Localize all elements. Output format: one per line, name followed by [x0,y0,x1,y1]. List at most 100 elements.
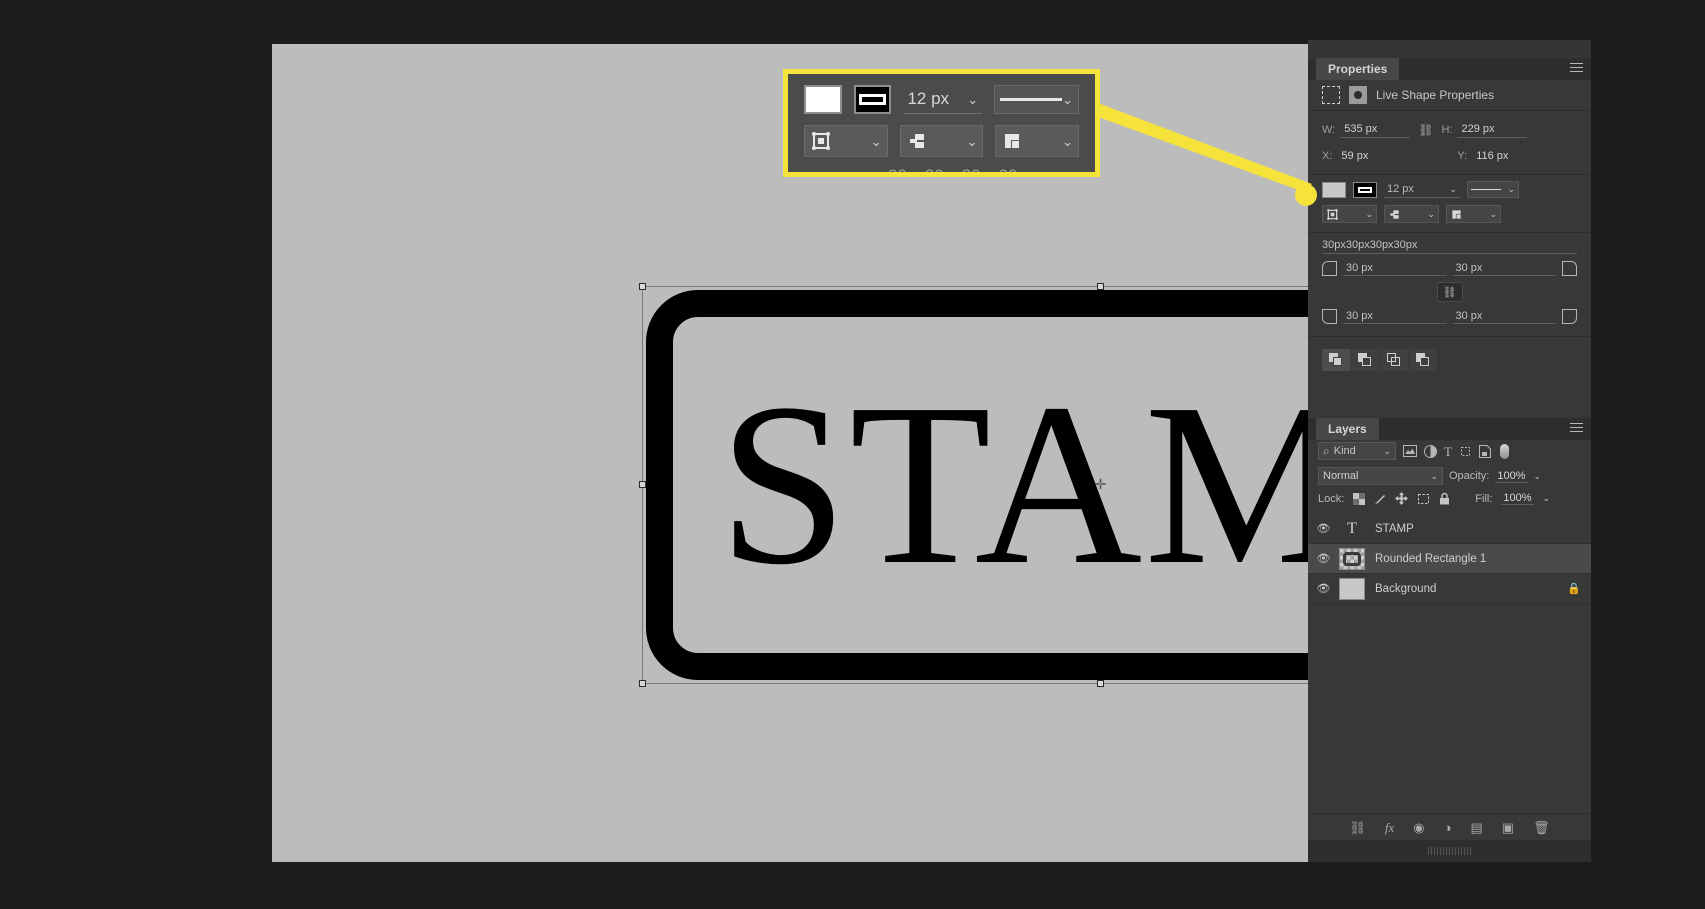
panel-menu-icon[interactable] [1570,63,1583,74]
width-input[interactable]: 535 px [1340,121,1411,138]
stroke-corner-icon [1452,209,1461,219]
layer-filter-kind-select[interactable]: ⌕ Kind ⌄ [1318,442,1396,460]
fill-input[interactable]: 100% [1501,492,1534,505]
stroke-corner-icon [1005,134,1020,148]
chevron-down-icon: ⌄ [966,133,978,149]
solid-line-icon [1471,189,1501,190]
background-layer-thumbnail[interactable] [1339,577,1365,600]
handle-middle-left[interactable] [639,481,646,488]
chevron-down-icon: ⌄ [1449,183,1457,194]
subtract-front-shape-button[interactable] [1351,349,1379,371]
table-row[interactable]: 👁 Background 🔒 [1308,574,1591,604]
chevron-down-icon: ⌄ [967,91,979,107]
stroke-cap-icon [909,134,924,148]
new-group-icon[interactable]: ▤ [1471,821,1483,834]
corner-bottom-right-input[interactable]: 30 px [1452,309,1556,324]
corner-radii-summary[interactable]: 30px30px30px30px [1322,239,1577,254]
opacity-input[interactable]: 100% [1495,470,1528,483]
layers-tabbar: Layers [1308,418,1591,440]
width-label: W: [1322,123,1336,136]
blend-mode-select[interactable]: Normal ⌄ [1318,467,1443,485]
chevron-down-icon[interactable]: ⌄ [1534,471,1542,481]
resize-grip[interactable] [1427,847,1472,855]
properties-header: Live Shape Properties [1308,80,1591,111]
layer-visibility-toggle[interactable]: 👁 [1308,552,1339,565]
properties-stroke-cap[interactable]: ⌄ [1384,205,1439,223]
lock-row: Lock: Fill: 100% ⌄ [1308,485,1591,505]
stroke-width-value: 12 px [907,89,950,108]
path-operations-row [1308,349,1591,371]
layer-filter-toggle[interactable] [1499,443,1509,459]
adjustment-layer-filter-icon[interactable] [1424,444,1437,458]
height-input[interactable]: 229 px [1457,121,1528,138]
properties-stroke-style[interactable]: ⌄ [1467,181,1519,198]
type-layer-thumbnail: T [1347,519,1357,537]
corner-top-left-input[interactable]: 30 px [1343,261,1447,276]
lock-transparent-pixels-icon[interactable] [1353,492,1366,505]
chevron-down-icon[interactable]: ⌄ [1543,494,1551,503]
table-row[interactable]: 👁 T STAMP [1308,514,1591,544]
corner-bottom-left-input[interactable]: 30 px [1343,309,1447,324]
delete-layer-icon[interactable]: 🗑 [1533,821,1550,834]
new-adjustment-layer-icon[interactable]: ◑ [1444,821,1452,834]
properties-stroke-corner[interactable]: ⌄ [1446,205,1501,223]
stroke-options-callout: 12 px ⌄ ⌄ ⌄ ⌄ ⌄ 30px30px30px30px [783,69,1100,177]
exclude-overlapping-shapes-button[interactable] [1409,349,1437,371]
chevron-down-icon: ⌄ [1430,470,1438,481]
link-corner-radii-button[interactable]: ⛓ [1436,282,1463,302]
stroke-cap-dropdown[interactable]: ⌄ [899,125,984,157]
properties-stroke-width[interactable]: 12 px ⌄ [1384,181,1460,198]
chevron-down-icon: ⌄ [870,133,882,149]
lock-position-icon[interactable] [1395,492,1409,505]
layer-visibility-toggle[interactable]: 👁 [1308,582,1339,595]
stroke-style-dropdown[interactable]: ⌄ [994,85,1079,114]
layer-name[interactable]: Rounded Rectangle 1 [1375,553,1591,565]
callout-anchor-dot [1295,184,1317,206]
y-input[interactable]: 116 px [1472,148,1542,164]
layers-list: 👁 T STAMP 👁 Rounded Rectangle 1 👁 Backgr… [1308,514,1591,604]
shape-layer-filter-icon[interactable] [1459,445,1472,458]
shape-layer-thumbnail[interactable] [1339,547,1365,570]
lock-all-icon[interactable] [1439,492,1450,505]
solid-line-icon [1000,98,1063,101]
right-dock: ✕ « Properties Live Shape Properties W: … [1308,40,1591,862]
x-input[interactable]: 59 px [1337,148,1407,164]
handle-bottom-left[interactable] [639,680,646,687]
handle-bottom-center[interactable] [1097,680,1104,687]
blend-mode-value: Normal [1323,470,1359,482]
properties-stroke-swatch[interactable] [1353,181,1377,198]
combine-shapes-button[interactable] [1322,349,1350,371]
handle-top-left[interactable] [639,283,646,290]
x-label: X: [1322,150,1333,162]
corner-top-right-input[interactable]: 30 px [1452,261,1556,276]
stroke-align-dropdown[interactable]: ⌄ [804,125,888,157]
lock-artboard-nesting-icon[interactable] [1417,493,1430,505]
fill-color-swatch[interactable] [804,85,842,114]
layer-name[interactable]: Background [1375,583,1567,595]
layer-name[interactable]: STAMP [1375,523,1591,535]
pixel-layer-filter-icon[interactable] [1403,445,1417,457]
layer-mask-icon[interactable]: ◉ [1413,821,1424,834]
stroke-corner-dropdown[interactable]: ⌄ [995,125,1080,157]
handle-top-center[interactable] [1097,283,1104,290]
lock-image-pixels-icon[interactable] [1374,493,1386,505]
properties-tabbar: Properties [1308,58,1591,80]
smart-object-filter-icon[interactable] [1478,444,1491,458]
stroke-cap-icon [1390,209,1399,219]
layer-style-fx-icon[interactable]: fx [1385,821,1394,834]
new-layer-icon[interactable]: ▣ [1502,821,1514,834]
intersect-shape-areas-button[interactable] [1380,349,1408,371]
properties-stroke-align[interactable]: ⌄ [1322,205,1377,223]
panel-menu-icon[interactable] [1570,423,1583,434]
tab-properties[interactable]: Properties [1316,58,1400,80]
type-layer-filter-icon[interactable]: T [1444,445,1452,458]
stroke-width-field[interactable]: 12 px ⌄ [903,85,983,114]
stroke-color-swatch[interactable] [853,85,892,114]
link-dimensions-icon[interactable]: ⛓ [1418,123,1433,137]
table-row[interactable]: 👁 Rounded Rectangle 1 [1308,544,1591,574]
properties-fill-swatch[interactable] [1322,181,1346,198]
link-layers-icon[interactable]: ⛓ [1349,821,1366,834]
layer-visibility-toggle[interactable]: 👁 [1308,522,1339,535]
tab-layers[interactable]: Layers [1316,418,1379,440]
properties-title: Live Shape Properties [1376,88,1495,102]
